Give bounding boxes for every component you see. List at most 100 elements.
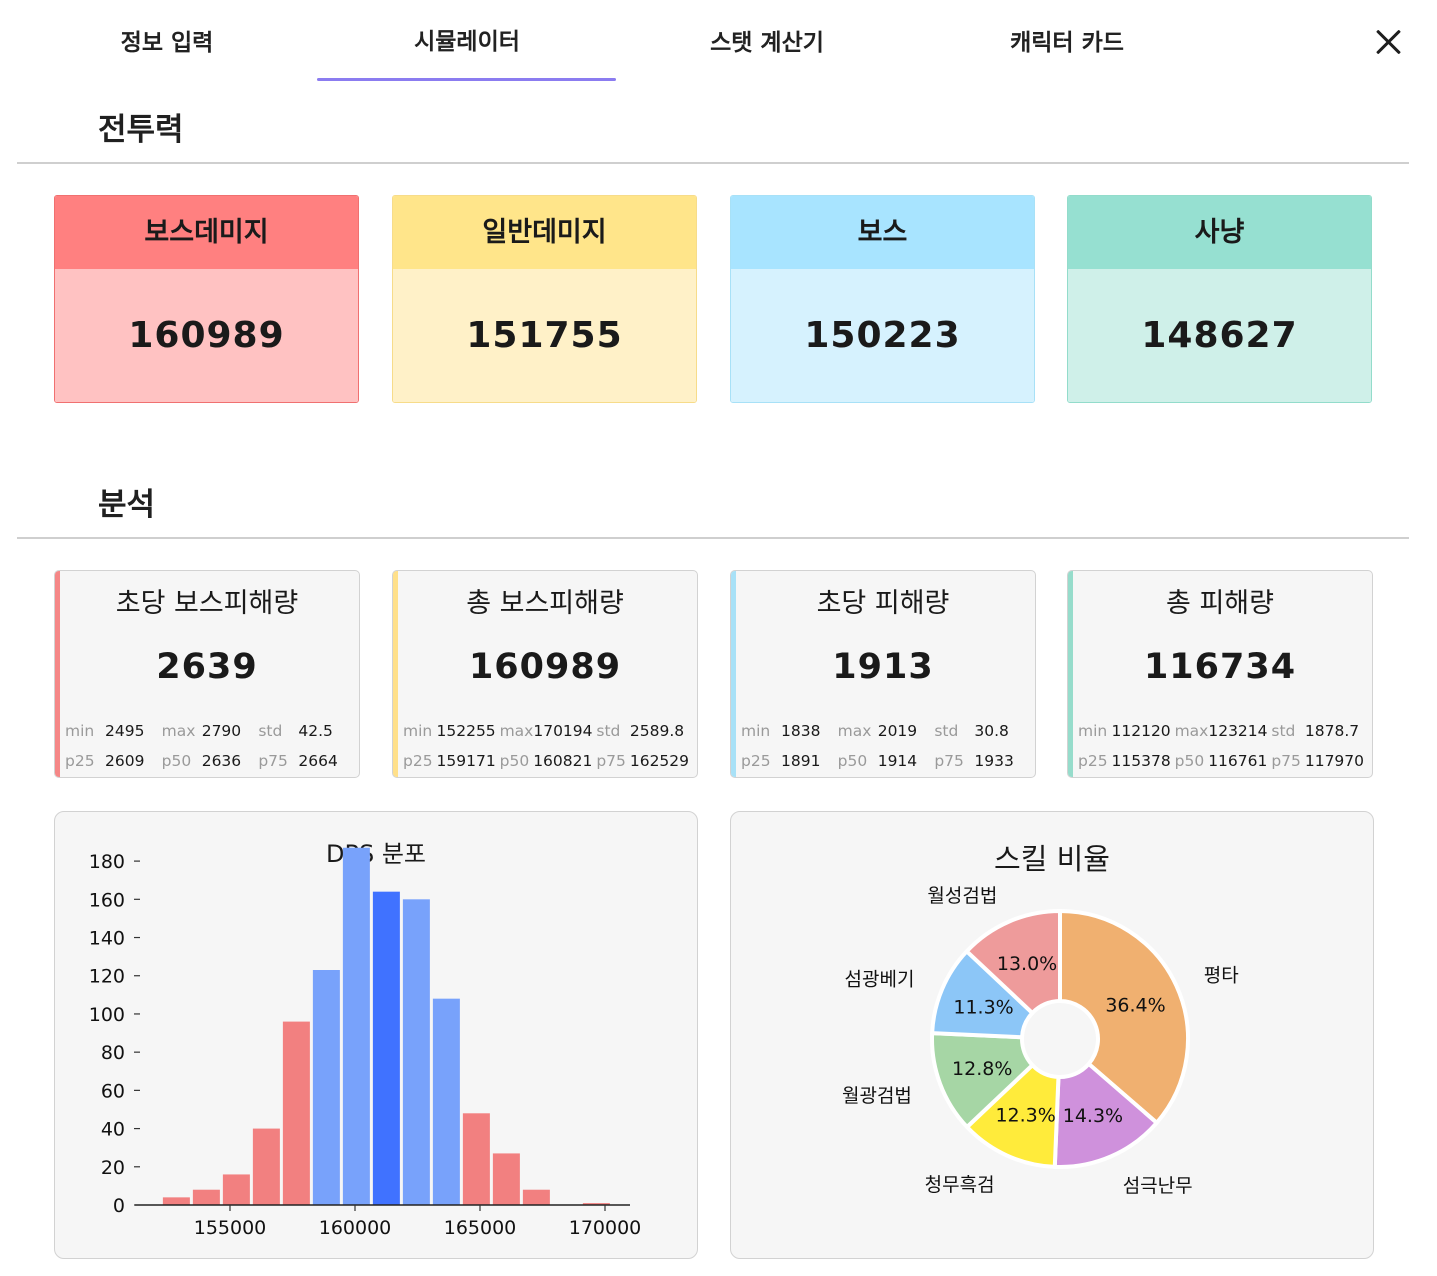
stat-value-p50: 1914 — [877, 752, 918, 770]
card-value: 151755 — [393, 269, 696, 402]
card-value: 150223 — [731, 269, 1034, 402]
stat-value-p50: 160821 — [533, 752, 593, 770]
y-tick-label: 100 — [89, 1004, 125, 1026]
stat-key-max: max — [499, 722, 534, 740]
dps-distribution-panel: DPS 분포 0 20 40 60 80 100 120 140 160 180 155000 160… — [54, 811, 698, 1259]
histogram-bar — [282, 1021, 310, 1205]
stat-key-p50: p50 — [499, 752, 530, 770]
stat-card-boss-dps: 초당 보스피해량 2639 min 2495 max 2790 std 42.5 p25 2609… — [54, 570, 360, 778]
y-tick-label: 0 — [113, 1195, 125, 1217]
stat-key-p75: p75 — [596, 752, 626, 770]
stat-title: 총 피해량 — [1166, 588, 1274, 619]
slice-name-label: 평타 — [1204, 964, 1239, 986]
stat-row: min 1838 max 2019 std 30.8 — [741, 722, 1031, 744]
active-tab-indicator — [317, 78, 616, 81]
y-tick-label: 60 — [101, 1080, 125, 1102]
histogram-bar — [312, 970, 340, 1205]
stat-row: min 152255 max 170194 std 2589.8 — [403, 722, 693, 744]
histogram-bar — [192, 1189, 220, 1205]
skill-ratio-panel: 스킬 비율 36.4% 평타 14.3% 섬극난무 12.3% 청무흑검 12.8% 월광검법… — [730, 811, 1374, 1259]
slice-name-label: 섬극난무 — [1123, 1175, 1193, 1197]
stat-row: p25 159171 p50 160821 p75 162529 — [403, 752, 693, 774]
stat-key-std: std — [258, 722, 283, 740]
stat-card-dps: 초당 피해량 1913 min 1838 max 2019 std 30.8 p25 1891 p5… — [730, 570, 1036, 778]
stat-key-p25: p25 — [65, 752, 95, 770]
y-tick-label: 180 — [89, 851, 125, 873]
stat-value-max: 170194 — [533, 722, 593, 740]
stat-row: p25 115378 p50 116761 p75 117970 — [1078, 752, 1368, 774]
card-value: 148627 — [1068, 269, 1371, 402]
section-divider — [17, 162, 1409, 164]
stat-title: 초당 보스피해량 — [115, 588, 299, 619]
stat-key-p75: p75 — [258, 752, 288, 770]
y-tick-label: 120 — [89, 966, 125, 988]
tab-info-input[interactable]: 정보 입력 — [17, 0, 317, 80]
stat-value-p25: 1891 — [781, 752, 821, 770]
stat-value-max: 123214 — [1208, 722, 1268, 740]
slice-percent-label: 12.3% — [995, 1105, 1055, 1127]
stat-key-max: max — [1174, 722, 1209, 740]
combat-power-card-normal-damage: 일반데미지 151755 — [392, 195, 697, 403]
stat-value-max: 2019 — [877, 722, 918, 740]
stat-row: p25 1891 p50 1914 p75 1933 — [741, 752, 1031, 774]
stat-key-p25: p25 — [741, 752, 771, 770]
y-tick-label: 80 — [101, 1042, 125, 1064]
stat-title: 총 보스피해량 — [466, 588, 624, 619]
slice-name-label: 청무흑검 — [925, 1174, 995, 1196]
histogram-bar — [462, 1113, 490, 1205]
stat-value-p25: 2609 — [105, 752, 145, 770]
tab-stat-calculator[interactable]: 스탯 계산기 — [617, 0, 917, 80]
stat-value-p50: 116761 — [1208, 752, 1268, 770]
histogram-bar — [432, 998, 460, 1205]
stat-value-p50: 2636 — [201, 752, 242, 770]
stat-value-min: 112120 — [1111, 722, 1171, 740]
histogram-bar — [222, 1174, 250, 1205]
slice-percent-label: 14.3% — [1063, 1105, 1123, 1127]
slice-percent-label: 13.0% — [997, 953, 1057, 975]
stat-key-max: max — [837, 722, 872, 740]
slice-percent-label: 12.8% — [952, 1058, 1012, 1080]
y-tick-label: 160 — [89, 889, 125, 911]
dps-histogram: 0 20 40 60 80 100 120 140 160 180 155000 160000 1650… — [89, 847, 642, 1239]
card-label: 보스 — [731, 196, 1034, 269]
histogram-bar — [402, 899, 430, 1205]
stat-value-p75: 2664 — [298, 752, 338, 770]
section-title-combat-power: 전투력 — [98, 112, 184, 148]
card-label: 보스데미지 — [55, 196, 358, 269]
stat-mean-value: 2639 — [156, 647, 258, 687]
stat-value-min: 1838 — [781, 722, 821, 740]
slice-name-label: 월성검법 — [927, 885, 997, 907]
x-tick-label: 165000 — [444, 1217, 517, 1239]
stat-value-std: 42.5 — [298, 722, 333, 740]
card-label: 일반데미지 — [393, 196, 696, 269]
skill-ratio-donut-chart: 36.4% 평타 14.3% 섬극난무 12.3% 청무흑검 12.8% 월광검법 11.3% 섬… — [842, 885, 1239, 1197]
stat-value-p75: 117970 — [1304, 752, 1365, 770]
tab-character-card[interactable]: 캐릭터 카드 — [917, 0, 1217, 80]
combat-power-card-boss-damage: 보스데미지 160989 — [54, 195, 359, 403]
histogram-bar — [342, 847, 370, 1205]
tab-simulator[interactable]: 시뮬레이터 — [317, 0, 617, 80]
histogram-bar — [522, 1189, 550, 1205]
stat-key-min: min — [403, 722, 433, 740]
stat-value-p25: 115378 — [1111, 752, 1171, 770]
histogram-bar — [492, 1153, 520, 1205]
slice-percent-label: 11.3% — [953, 997, 1013, 1019]
stat-value-min: 152255 — [436, 722, 496, 740]
y-tick-label: 140 — [89, 928, 125, 950]
section-divider — [17, 537, 1409, 539]
stat-key-p50: p50 — [1174, 752, 1205, 770]
histogram-bar — [372, 891, 400, 1205]
stat-value-p75: 162529 — [629, 752, 690, 770]
stat-key-p25: p25 — [403, 752, 433, 770]
combat-power-card-hunting: 사냥 148627 — [1067, 195, 1372, 403]
slice-name-label: 섬광베기 — [845, 968, 915, 990]
stat-row: min 112120 max 123214 std 1878.7 — [1078, 722, 1368, 744]
x-tick-label: 170000 — [569, 1217, 642, 1239]
stat-value-p25: 159171 — [436, 752, 496, 770]
stat-card-total-boss-damage: 총 보스피해량 160989 min 152255 max 170194 std 2589.8… — [392, 570, 698, 778]
stat-key-min: min — [65, 722, 95, 740]
y-tick-label: 20 — [101, 1157, 125, 1179]
histogram-bar — [252, 1128, 280, 1205]
close-icon[interactable] — [1370, 24, 1408, 62]
stat-value-std: 30.8 — [974, 722, 1009, 740]
